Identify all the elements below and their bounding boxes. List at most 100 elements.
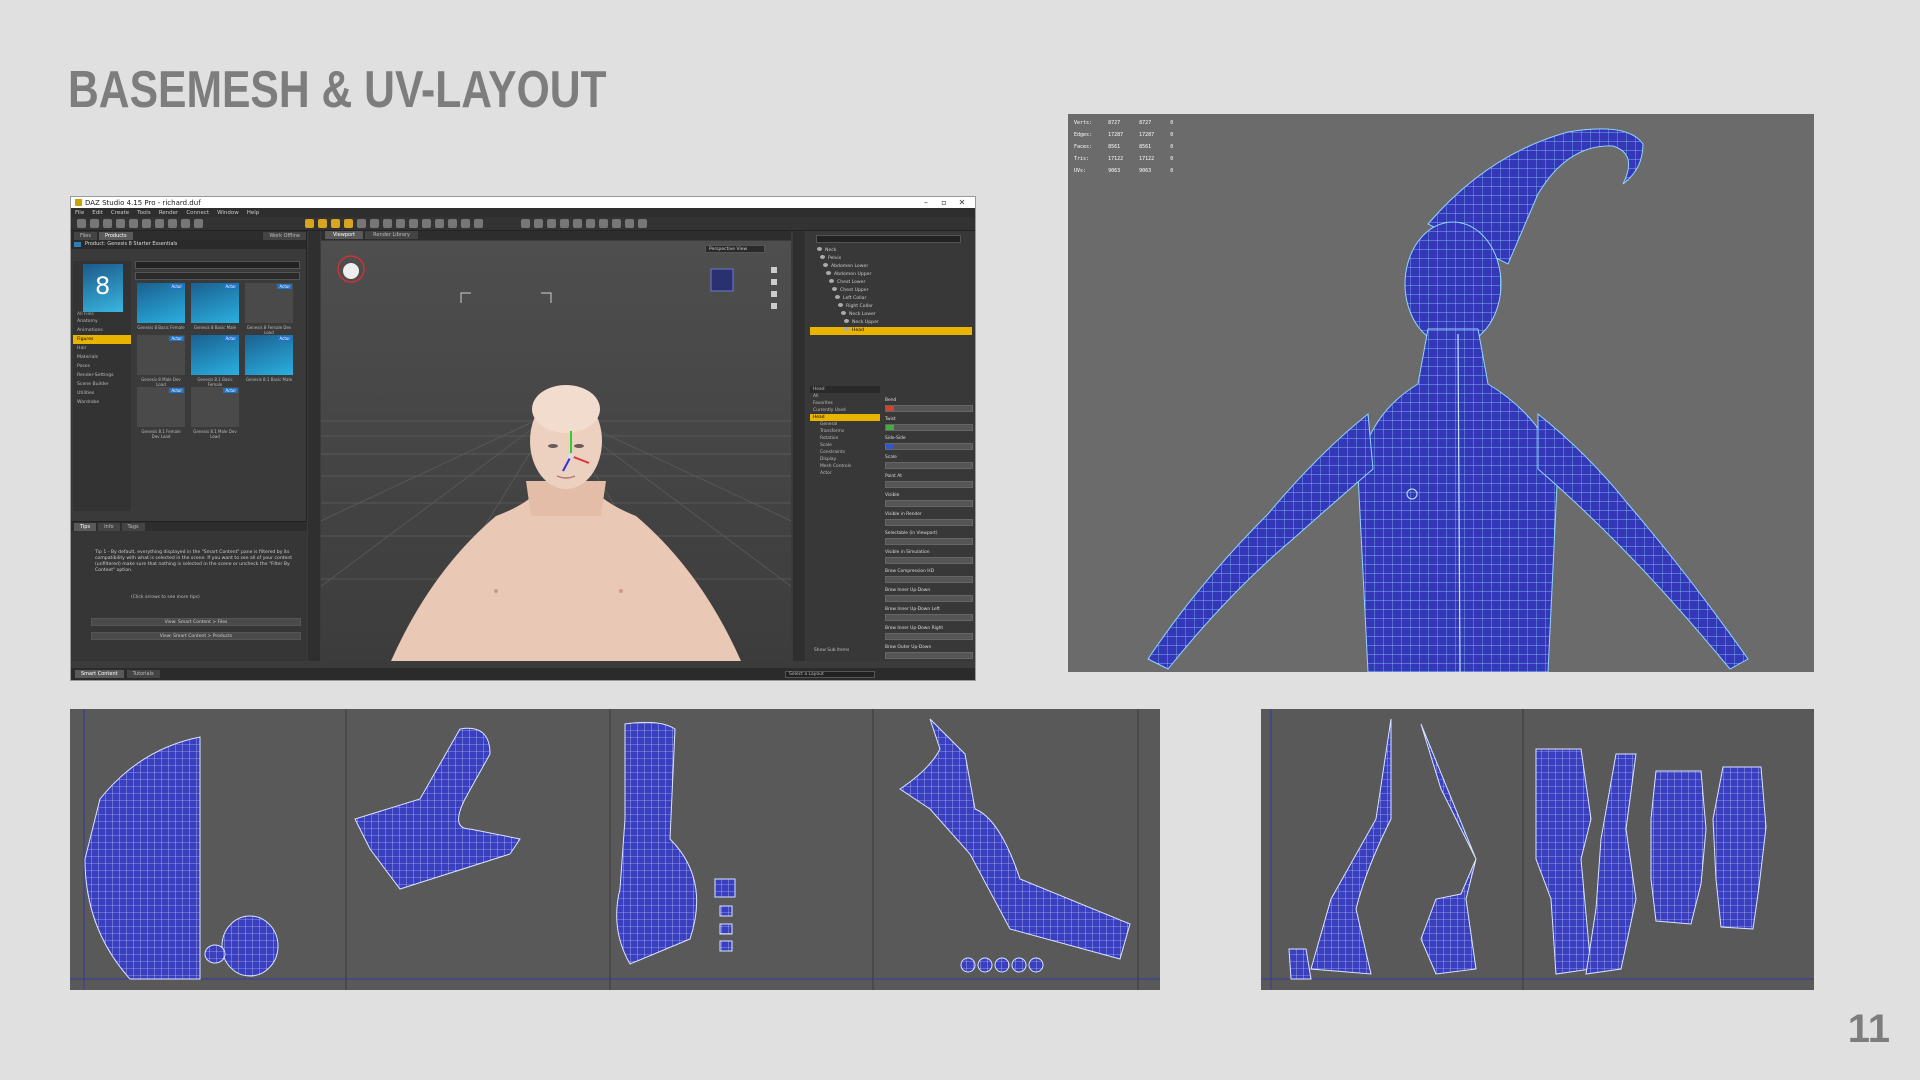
- scene-node[interactable]: Right Collar: [810, 303, 972, 311]
- eye-icon[interactable]: [820, 255, 825, 259]
- param-slider[interactable]: [885, 443, 973, 450]
- toolbar-tool-icon[interactable]: [448, 219, 457, 228]
- toolbar-tool-icon[interactable]: [625, 219, 634, 228]
- param-node-header[interactable]: Head: [810, 386, 880, 393]
- sort-select[interactable]: [135, 272, 300, 280]
- toolbar-tool-icon[interactable]: [129, 219, 138, 228]
- scene-node[interactable]: Abdomen Upper: [810, 271, 972, 279]
- view-cube[interactable]: [710, 268, 734, 292]
- param-slider[interactable]: [885, 405, 973, 412]
- toolbar-tool-icon[interactable]: [560, 219, 569, 228]
- param-slider[interactable]: [885, 538, 973, 545]
- tab-products[interactable]: Products: [98, 232, 133, 240]
- eye-icon[interactable]: [841, 311, 846, 315]
- toolbar-tool-icon[interactable]: [116, 219, 125, 228]
- content-thumbnail[interactable]: Actor Genesis 8 Basic Female: [137, 283, 185, 330]
- param-slider[interactable]: [885, 424, 973, 431]
- content-thumbnail[interactable]: Actor Genesis 8.1 Male Dev Load: [191, 387, 239, 439]
- content-thumbnail[interactable]: Actor Genesis 8.1 Female Dev Load: [137, 387, 185, 439]
- param-slider[interactable]: [885, 481, 973, 488]
- 3d-viewport[interactable]: Perspective View: [321, 241, 791, 661]
- eye-icon[interactable]: [823, 263, 828, 267]
- tab-smart-content[interactable]: Smart Content: [75, 670, 124, 678]
- param-slider[interactable]: [885, 614, 973, 621]
- close-icon[interactable]: ✕: [953, 198, 971, 207]
- param-category[interactable]: All: [810, 393, 880, 400]
- menu-item-file[interactable]: File: [75, 210, 84, 216]
- tab-tips[interactable]: Tips: [74, 523, 97, 531]
- category-item[interactable]: Poses: [73, 362, 131, 371]
- category-item[interactable]: Animations: [73, 326, 131, 335]
- right-dock-strip[interactable]: [793, 231, 805, 661]
- viewport-nav-icons[interactable]: [771, 267, 777, 309]
- toolbar-tool-icon[interactable]: [435, 219, 444, 228]
- toolbar-tool-icon[interactable]: [474, 219, 483, 228]
- toolbar-tool-icon[interactable]: [77, 219, 86, 228]
- category-item[interactable]: Wardrobe: [73, 398, 131, 407]
- param-category[interactable]: Mesh Controls: [810, 463, 880, 470]
- toolbar-tool-icon[interactable]: [142, 219, 151, 228]
- left-dock-strip[interactable]: [308, 231, 320, 661]
- content-thumbnail[interactable]: Actor Genesis 8 Basic Male: [191, 283, 239, 330]
- scene-node[interactable]: Abdomen Lower: [810, 263, 972, 271]
- param-slider[interactable]: [885, 595, 973, 602]
- param-slider[interactable]: [885, 652, 973, 659]
- category-item[interactable]: Materials: [73, 353, 131, 362]
- menu-item-window[interactable]: Window: [217, 210, 239, 216]
- param-category[interactable]: Scale: [810, 442, 880, 449]
- perspective-select[interactable]: Perspective View: [705, 245, 765, 253]
- toolbar-tool-icon[interactable]: [305, 219, 314, 228]
- toolbar-tool-icon[interactable]: [547, 219, 556, 228]
- work-offline-button[interactable]: Work Offline: [263, 232, 306, 240]
- toolbar-tool-icon[interactable]: [586, 219, 595, 228]
- tab-viewport[interactable]: Viewport: [325, 231, 364, 239]
- tab-files[interactable]: Files: [74, 232, 97, 240]
- toolbar-tool-icon[interactable]: [90, 219, 99, 228]
- scene-search-input[interactable]: [816, 235, 961, 243]
- toolbar-tool-icon[interactable]: [409, 219, 418, 228]
- content-thumbnail[interactable]: Actor Genesis 8 Female Dev Load: [245, 283, 293, 335]
- view-files-button[interactable]: View: Smart Content > Files: [91, 618, 301, 626]
- scene-node[interactable]: Pelvis: [810, 255, 972, 263]
- category-item[interactable]: Render-Settings: [73, 371, 131, 380]
- param-category[interactable]: Display: [810, 456, 880, 463]
- scene-node[interactable]: Neck Lower: [810, 311, 972, 319]
- menu-item-edit[interactable]: Edit: [92, 210, 103, 216]
- toolbar-tool-icon[interactable]: [599, 219, 608, 228]
- param-category[interactable]: Rotation: [810, 435, 880, 442]
- scene-node[interactable]: Left Collar: [810, 295, 972, 303]
- toolbar-tool-icon[interactable]: [194, 219, 203, 228]
- toolbar-tool-icon[interactable]: [422, 219, 431, 228]
- show-sub-items-label[interactable]: Show Sub Items: [814, 648, 849, 653]
- menu-item-help[interactable]: Help: [247, 210, 260, 216]
- toolbar-tool-icon[interactable]: [168, 219, 177, 228]
- tab-render-library[interactable]: Render Library: [365, 231, 418, 239]
- toolbar-tool-icon[interactable]: [638, 219, 647, 228]
- eye-icon[interactable]: [835, 295, 840, 299]
- content-thumbnail[interactable]: Actor Genesis 8.1 Basic Female: [191, 335, 239, 387]
- tab-tags[interactable]: Tags: [121, 523, 145, 531]
- toolbar-tool-icon[interactable]: [318, 219, 327, 228]
- content-thumbnail[interactable]: Actor Genesis 8 Male Dev Load: [137, 335, 185, 387]
- menu-item-tools[interactable]: Tools: [137, 210, 151, 216]
- eye-icon[interactable]: [826, 271, 831, 275]
- param-category[interactable]: Favorites: [810, 400, 880, 407]
- eye-icon[interactable]: [844, 327, 849, 331]
- menu-item-create[interactable]: Create: [111, 210, 129, 216]
- toolbar-tool-icon[interactable]: [370, 219, 379, 228]
- param-slider[interactable]: [885, 519, 973, 526]
- param-category[interactable]: Constraints: [810, 449, 880, 456]
- toolbar-tool-icon[interactable]: [103, 219, 112, 228]
- eye-icon[interactable]: [838, 303, 843, 307]
- toolbar-tool-icon[interactable]: [331, 219, 340, 228]
- scene-node[interactable]: Chest Upper: [810, 287, 972, 295]
- param-category[interactable]: Transforms: [810, 428, 880, 435]
- toolbar-tool-icon[interactable]: [181, 219, 190, 228]
- param-slider[interactable]: [885, 557, 973, 564]
- category-item[interactable]: Anatomy: [73, 317, 131, 326]
- maximize-icon[interactable]: ▫: [935, 198, 953, 207]
- content-thumbnail[interactable]: Actor Genesis 8.1 Basic Male: [245, 335, 293, 382]
- param-slider[interactable]: [885, 576, 973, 583]
- tab-info[interactable]: Info: [98, 523, 120, 531]
- toolbar-tool-icon[interactable]: [396, 219, 405, 228]
